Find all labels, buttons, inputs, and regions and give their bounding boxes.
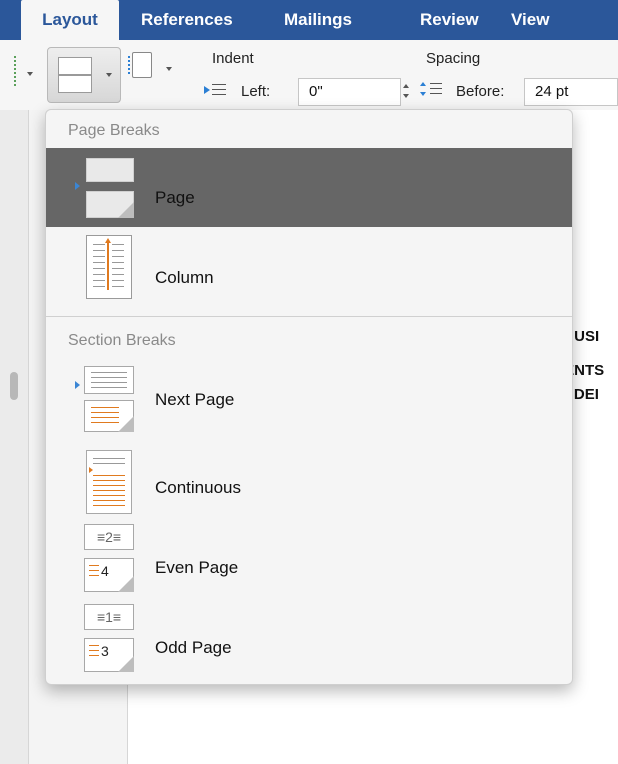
menu-item-label: Odd Page bbox=[155, 638, 232, 657]
breaks-dropdown-arrow bbox=[106, 73, 112, 77]
size-icon[interactable] bbox=[128, 52, 152, 78]
menu-item-label: Next Page bbox=[155, 390, 235, 409]
next-page-break-icon bbox=[84, 366, 134, 432]
tab-view[interactable]: View bbox=[511, 0, 549, 40]
spacing-before-label: Before: bbox=[456, 83, 505, 100]
tab-review[interactable]: Review bbox=[420, 0, 479, 40]
indent-left-stepper[interactable] bbox=[402, 81, 412, 103]
breaks-button[interactable] bbox=[47, 47, 121, 103]
menu-item-odd-page-break[interactable]: ≡1≡ 3 Odd Page bbox=[46, 604, 572, 684]
menu-item-page-break[interactable]: Page bbox=[46, 148, 572, 227]
even-page-break-icon: ≡2≡ 4 bbox=[84, 524, 134, 594]
navigation-scroll-thumb[interactable] bbox=[10, 372, 18, 400]
menu-item-column-break[interactable]: Column bbox=[46, 227, 572, 316]
menu-item-even-page-break[interactable]: ≡2≡ 4 Even Page bbox=[46, 524, 572, 604]
odd-page-break-icon: ≡1≡ 3 bbox=[84, 604, 134, 674]
menu-separator bbox=[46, 316, 572, 317]
menu-item-next-page-break[interactable]: Next Page bbox=[46, 360, 572, 444]
tab-references[interactable]: References bbox=[141, 0, 233, 40]
spacing-before-field[interactable]: 24 pt bbox=[524, 78, 618, 106]
current-section-marker-icon bbox=[75, 381, 80, 389]
section-header-page-breaks: Page Breaks bbox=[68, 122, 160, 139]
column-break-icon bbox=[86, 235, 132, 299]
page-break-icon bbox=[86, 158, 134, 218]
menu-item-label: Column bbox=[155, 268, 214, 287]
menu-item-label: Even Page bbox=[155, 558, 239, 577]
indent-left-icon bbox=[204, 83, 232, 97]
tab-layout[interactable]: Layout bbox=[21, 0, 119, 42]
columns-dropdown-arrow[interactable] bbox=[27, 72, 33, 76]
menu-item-label: Continuous bbox=[155, 478, 242, 497]
spacing-before-icon bbox=[420, 80, 444, 100]
continuous-break-icon bbox=[86, 450, 132, 514]
columns-button-partial[interactable] bbox=[0, 56, 16, 86]
selected-marker-icon bbox=[75, 182, 80, 190]
indent-left-field[interactable]: 0" bbox=[298, 78, 401, 106]
spacing-title: Spacing bbox=[426, 50, 481, 67]
menu-item-label: Page bbox=[155, 188, 195, 207]
breaks-dropdown-menu: Page Breaks Page Column Section Breaks N… bbox=[45, 109, 573, 685]
indent-title: Indent bbox=[212, 50, 254, 67]
section-header-section-breaks: Section Breaks bbox=[68, 332, 176, 349]
ribbon-tab-bar: Layout References Mailings Review View bbox=[0, 0, 618, 42]
tab-mailings[interactable]: Mailings bbox=[284, 0, 352, 40]
menu-item-continuous-break[interactable]: Continuous bbox=[46, 444, 572, 524]
indent-left-label: Left: bbox=[241, 83, 271, 100]
breaks-icon bbox=[58, 57, 92, 93]
size-dropdown-arrow[interactable] bbox=[166, 67, 172, 71]
